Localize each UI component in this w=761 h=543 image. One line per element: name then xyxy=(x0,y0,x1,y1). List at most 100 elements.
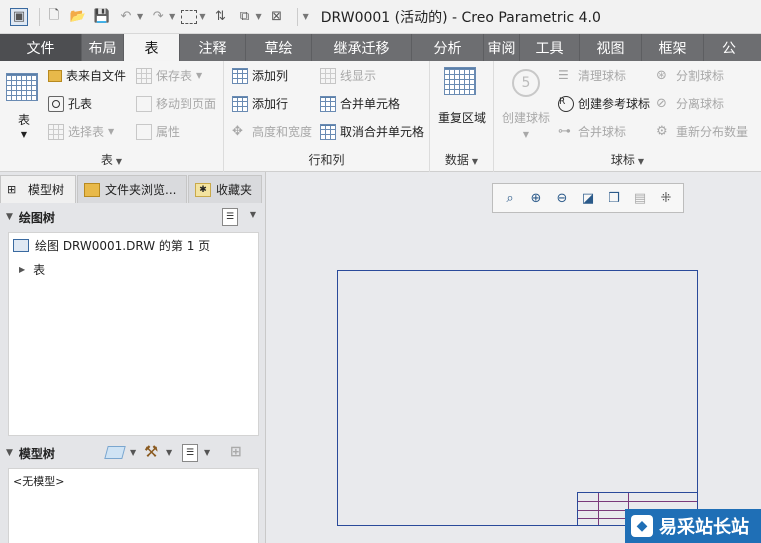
undo-dropdown-icon[interactable]: ▼ xyxy=(137,12,143,21)
window-title: DRW0001 (活动的) - Creo Parametric 4.0 xyxy=(320,9,601,26)
new-file-icon[interactable]: 🗋 xyxy=(45,8,63,26)
datum-display-icon[interactable]: ⁜ xyxy=(655,187,677,209)
merge-balloons-button[interactable]: ⊶ 合并球标 xyxy=(558,123,626,140)
tab-frame[interactable]: 框架 xyxy=(642,34,704,61)
split-balloon-button[interactable]: ⊛ 分割球标 xyxy=(656,67,724,84)
model-tree: <无模型> xyxy=(8,468,259,543)
chevron-down-icon[interactable]: ▼ xyxy=(250,210,256,219)
tab-sketch[interactable]: 草绘 xyxy=(246,34,312,61)
app-menu-icon[interactable]: ▣ xyxy=(10,7,28,26)
height-width-button[interactable]: ✥ 高度和宽度 xyxy=(232,123,312,140)
ribbon-group-table: 表 ▼ 表来自文件 保存表 ▼ 孔表 移动到页面 选择表 ▼ 属性 表 ▼ xyxy=(0,61,224,172)
redo-icon[interactable]: ↷ xyxy=(149,8,167,26)
show-icon[interactable] xyxy=(104,446,126,459)
select-box-icon[interactable] xyxy=(181,9,198,24)
chevron-down-icon: ▼ xyxy=(522,130,530,139)
chevron-down-icon: ▼ xyxy=(115,157,123,166)
tab-review[interactable]: 审阅 xyxy=(484,34,520,61)
open-folder-icon[interactable]: 📂 xyxy=(69,8,87,26)
group-label-data[interactable]: 数据 ▼ xyxy=(430,151,493,168)
repaint-icon[interactable]: ◪ xyxy=(577,187,599,209)
chevron-down-icon[interactable]: ▼ xyxy=(204,448,210,457)
table-from-file-button[interactable]: 表来自文件 xyxy=(48,67,126,84)
line-display-button[interactable]: 线显示 xyxy=(320,67,376,84)
saved-views-icon[interactable]: ▤ xyxy=(629,187,651,209)
tree-settings-icon[interactable]: ☰ xyxy=(182,444,198,462)
table-button[interactable]: 表 ▼ xyxy=(6,73,40,139)
tree-item-drawing-sheet[interactable]: 绘图 DRW0001.DRW 的第 1 页 xyxy=(9,233,258,257)
drawing-tree-header[interactable]: ▼ 绘图树 ☰ ▼ xyxy=(6,204,260,230)
customize-dropdown-icon[interactable]: ▼ xyxy=(303,12,309,21)
graphics-toolbar: ⌕ ⊕ ⊖ ◪ ❒ ▤ ⁜ xyxy=(492,183,684,213)
repeat-region-button[interactable]: 重复区域 xyxy=(436,67,488,126)
tab-file[interactable]: 文件 xyxy=(0,34,82,61)
tab-legacy-migration[interactable]: 继承迁移 xyxy=(312,34,412,61)
ribbon-group-data: 重复区域 数据 ▼ xyxy=(430,61,494,172)
merge-cells-button[interactable]: 合并单元格 xyxy=(320,95,400,112)
ribbon-panel: 表 ▼ 表来自文件 保存表 ▼ 孔表 移动到页面 选择表 ▼ 属性 表 ▼ 添加… xyxy=(0,61,761,172)
tab-more[interactable]: 公 xyxy=(704,34,761,61)
tab-annotate[interactable]: 注释 xyxy=(180,34,246,61)
ribbon-group-rows-columns: 添加列 线显示 添加行 合并单元格 ✥ 高度和宽度 取消合并单元格 行和列 xyxy=(224,61,430,172)
merge-cells-icon xyxy=(320,95,336,112)
tab-analysis[interactable]: 分析 xyxy=(412,34,484,61)
group-label-balloons[interactable]: 球标 ▼ xyxy=(494,151,761,168)
tab-favorites[interactable]: ✱ 收藏夹 xyxy=(188,175,262,203)
redistribute-qty-button[interactable]: ⚙ 重新分布数量 xyxy=(656,123,748,140)
select-dropdown-icon[interactable]: ▼ xyxy=(199,12,205,21)
regenerate-icon[interactable]: ⇅ xyxy=(211,8,229,26)
tab-view[interactable]: 视图 xyxy=(580,34,642,61)
clean-balloons-icon: ☰ xyxy=(558,67,569,82)
chevron-down-icon: ▼ xyxy=(471,157,479,166)
favorites-icon: ✱ xyxy=(195,182,211,197)
tab-folder-browser[interactable]: 文件夹浏览... xyxy=(77,175,187,203)
add-row-button[interactable]: 添加行 xyxy=(232,95,288,112)
move-page-icon xyxy=(136,95,152,112)
title-block-line xyxy=(578,501,697,502)
tree-settings-icon[interactable]: ☰ xyxy=(222,208,238,226)
model-tree-header[interactable]: ▼ 模型树 ▼ ⚒ ▼ ☰ ▼ ⊞ xyxy=(6,440,260,466)
clean-balloons-button[interactable]: ☰ 清理球标 xyxy=(558,67,626,84)
unmerge-cells-button[interactable]: 取消合并单元格 xyxy=(320,123,424,140)
tab-tools[interactable]: 工具 xyxy=(520,34,580,61)
tab-table[interactable]: 表 xyxy=(124,34,180,61)
move-to-page-button[interactable]: 移动到页面 xyxy=(136,95,216,112)
tree-filter-icon[interactable]: ⊞ xyxy=(230,444,242,460)
windows-icon[interactable]: ⧉ xyxy=(235,8,253,26)
hole-table-button[interactable]: 孔表 xyxy=(48,95,92,112)
ribbon-tab-bar: 文件 布局 表 注释 草绘 继承迁移 分析 审阅 工具 视图 框架 公 xyxy=(0,34,761,61)
display-style-icon[interactable]: ❒ xyxy=(603,187,625,209)
redo-dropdown-icon[interactable]: ▼ xyxy=(169,12,175,21)
repeat-region-icon xyxy=(444,67,476,95)
save-table-button[interactable]: 保存表 ▼ xyxy=(136,67,202,84)
close-window-icon[interactable]: ⊠ xyxy=(268,8,286,26)
add-column-button[interactable]: 添加列 xyxy=(232,67,288,84)
windows-dropdown-icon[interactable]: ▼ xyxy=(255,12,261,21)
detach-balloon-button[interactable]: ⊘ 分离球标 xyxy=(656,95,724,112)
line-display-icon xyxy=(320,67,336,84)
hole-table-icon xyxy=(48,95,64,112)
group-label-table[interactable]: 表 ▼ xyxy=(0,151,223,168)
tab-layout[interactable]: 布局 xyxy=(82,34,124,61)
undo-icon[interactable]: ↶ xyxy=(117,8,135,26)
create-ref-balloon-button[interactable]: R 创建参考球标 xyxy=(558,95,650,112)
toolbar-separator xyxy=(39,7,40,26)
create-balloon-button[interactable]: 5 创建球标 ▼ xyxy=(500,69,552,139)
tab-model-tree[interactable]: ⊞ 模型树 xyxy=(0,175,76,203)
select-table-button[interactable]: 选择表 ▼ xyxy=(48,123,114,140)
tree-item-tables[interactable]: ▶ 表 xyxy=(9,257,258,281)
refit-icon[interactable]: ⌕ xyxy=(499,187,521,209)
collapse-icon[interactable]: ▼ xyxy=(6,212,13,222)
collapse-icon[interactable]: ▼ xyxy=(6,448,13,458)
chevron-down-icon[interactable]: ▼ xyxy=(130,448,136,457)
drawing-canvas[interactable]: ⌕ ⊕ ⊖ ◪ ❒ ▤ ⁜ ◆ 易采站长站 xyxy=(267,172,761,543)
group-label-rows-columns: 行和列 xyxy=(308,153,345,167)
chevron-down-icon[interactable]: ▼ xyxy=(166,448,172,457)
zoom-out-icon[interactable]: ⊖ xyxy=(551,187,573,209)
tools-icon[interactable]: ⚒ xyxy=(144,442,158,461)
chevron-down-icon: ▼ xyxy=(20,130,28,139)
properties-button[interactable]: 属性 xyxy=(136,123,180,140)
zoom-in-icon[interactable]: ⊕ xyxy=(525,187,547,209)
expand-icon[interactable]: ▶ xyxy=(19,265,25,274)
save-icon[interactable]: 💾 xyxy=(93,8,111,26)
